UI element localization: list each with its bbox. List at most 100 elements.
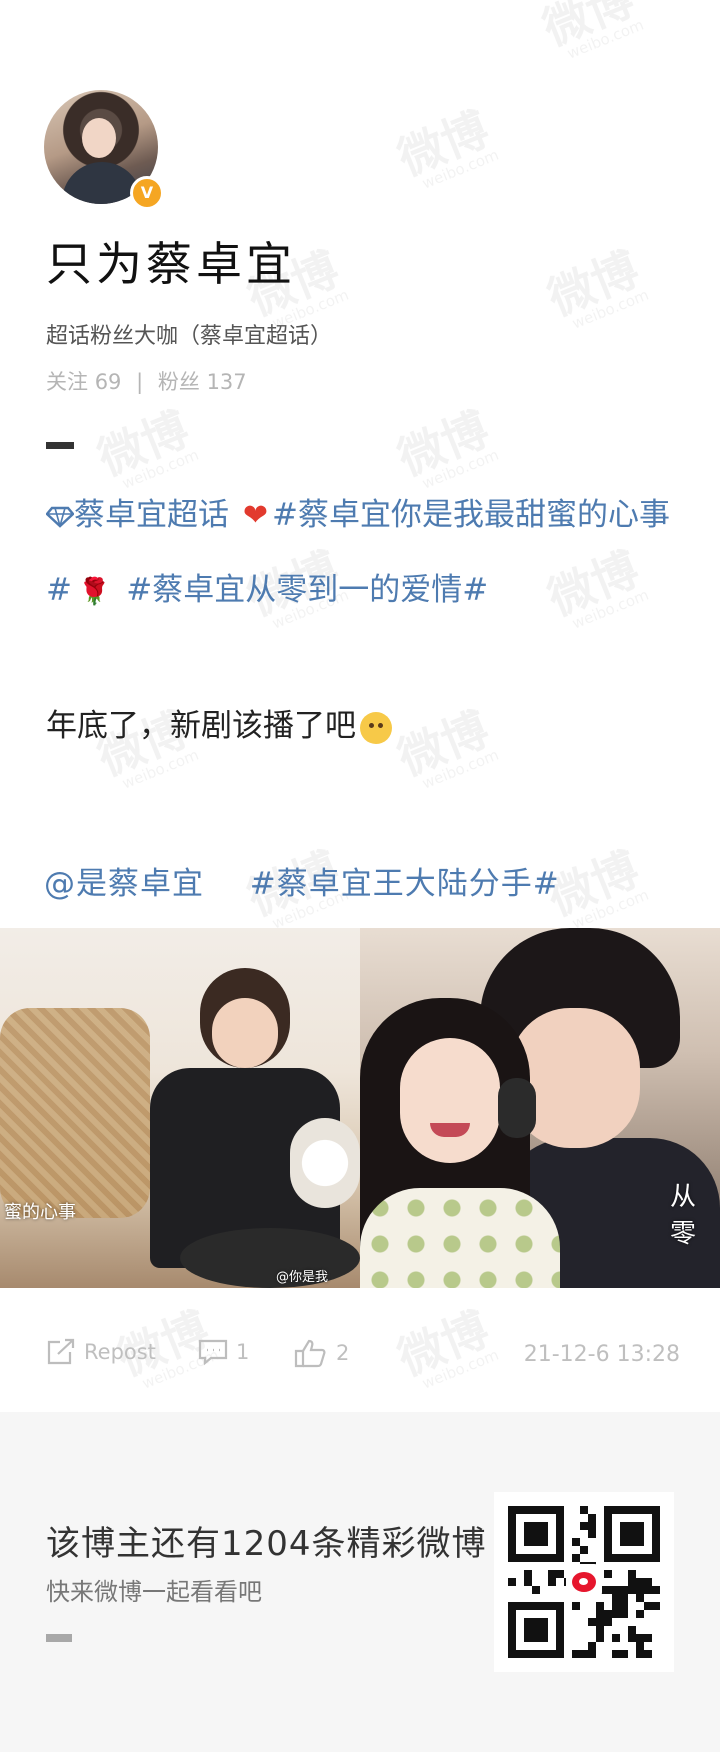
- person-face-shape: [212, 998, 278, 1068]
- profile-name[interactable]: 只为蔡卓宜: [46, 228, 296, 294]
- footer-subtitle: 快来微博一起看看吧: [46, 1578, 262, 1606]
- following-label[interactable]: 关注: [46, 370, 88, 394]
- following-count[interactable]: 69: [95, 370, 122, 394]
- qr-module: [612, 1586, 620, 1594]
- watermark: 微博weibo.com: [535, 0, 647, 63]
- qr-module: [652, 1602, 660, 1610]
- qr-module: [636, 1634, 644, 1642]
- hashtag-link[interactable]: #蔡卓宜从零到一的爱情#: [126, 572, 488, 608]
- watermark: 微博weibo.com: [390, 701, 502, 793]
- repost-icon: [47, 1338, 75, 1365]
- thumbs-up-icon: [294, 1339, 326, 1368]
- heart-emoji-icon: ❤: [242, 498, 268, 533]
- qr-module: [636, 1642, 644, 1650]
- repost-button[interactable]: Repost: [46, 1338, 156, 1366]
- qr-module: [628, 1586, 636, 1594]
- girl-shirt-shape: [360, 1188, 560, 1288]
- qr-module: [588, 1618, 596, 1626]
- qr-module: [596, 1610, 604, 1618]
- qr-module: [636, 1594, 644, 1602]
- qr-module: [612, 1602, 620, 1610]
- like-count: 2: [336, 1341, 350, 1365]
- table-shape: [180, 1228, 360, 1288]
- qr-module: [588, 1522, 596, 1530]
- like-button[interactable]: 2: [294, 1338, 349, 1368]
- diamond-icon: [45, 506, 75, 528]
- headphone-shape: [498, 1078, 536, 1138]
- qr-module: [572, 1538, 580, 1546]
- qr-module: [604, 1618, 612, 1626]
- comment-count: 1: [236, 1340, 250, 1364]
- qr-module: [596, 1634, 604, 1642]
- qr-module: [572, 1650, 580, 1658]
- qr-module: [532, 1586, 540, 1594]
- qr-module: [620, 1594, 628, 1602]
- rose-emoji-icon: 🌹: [77, 577, 111, 607]
- qr-module: [604, 1610, 612, 1618]
- post-body: 年底了，新剧该播了吧: [46, 700, 392, 745]
- flowers-shape: [290, 1118, 360, 1208]
- post-body-text: 年底了，新剧该播了吧: [46, 708, 356, 744]
- qr-module: [604, 1586, 612, 1594]
- qr-module: [572, 1554, 580, 1562]
- footer-promo: 该博主还有1204条精彩微博 快来微博一起看看吧: [0, 1412, 720, 1752]
- qr-module: [612, 1634, 620, 1642]
- mention-link[interactable]: @是蔡卓宜: [44, 866, 204, 902]
- qr-module: [612, 1594, 620, 1602]
- divider-dash: [46, 442, 74, 449]
- qr-module: [620, 1522, 644, 1546]
- qr-module: [628, 1634, 636, 1642]
- qr-module: [588, 1514, 596, 1522]
- qr-module: [628, 1578, 636, 1586]
- post-text: 蔡卓宜超话 ❤ #蔡卓宜你是我最甜蜜的心事# 🌹 #蔡卓宜从零到一的爱情#: [45, 478, 686, 629]
- verified-badge-icon: V: [130, 176, 164, 210]
- qr-module: [548, 1570, 556, 1578]
- qr-module: [612, 1610, 620, 1618]
- qr-module: [620, 1602, 628, 1610]
- qr-module: [620, 1610, 628, 1618]
- qr-module: [644, 1602, 652, 1610]
- image-caption: 从零: [670, 1182, 697, 1249]
- chair-shape: [0, 1008, 150, 1218]
- qr-module: [644, 1578, 652, 1586]
- watermark: 微博weibo.com: [540, 241, 652, 333]
- post-image-1[interactable]: 蜜的心事 @你是我: [0, 928, 360, 1288]
- comment-icon: [198, 1339, 228, 1366]
- smile-emoji-icon: [360, 711, 392, 744]
- qr-code[interactable]: [494, 1492, 674, 1672]
- qr-module: [620, 1586, 628, 1594]
- qr-module: [604, 1570, 612, 1578]
- post-links: @是蔡卓宜 #蔡卓宜王大陆分手#: [44, 858, 560, 903]
- super-topic-link[interactable]: 蔡卓宜超话: [45, 497, 239, 533]
- qr-module: [620, 1650, 628, 1658]
- qr-module: [580, 1546, 588, 1554]
- image-watermark: @你是我: [276, 1270, 329, 1285]
- repost-label: Repost: [84, 1340, 156, 1364]
- stats-separator: |: [136, 370, 144, 394]
- followers-count[interactable]: 137: [207, 370, 247, 394]
- qr-module: [628, 1570, 636, 1578]
- qr-module: [644, 1634, 652, 1642]
- qr-module: [524, 1522, 548, 1546]
- post-image-2[interactable]: 从零: [360, 928, 720, 1288]
- qr-module: [636, 1586, 644, 1594]
- followers-label[interactable]: 粉丝: [158, 370, 200, 394]
- qr-module: [636, 1578, 644, 1586]
- qr-module: [588, 1530, 596, 1538]
- footer-dash: [46, 1634, 72, 1642]
- comment-button[interactable]: 1: [198, 1338, 249, 1366]
- qr-module: [572, 1602, 580, 1610]
- hashtag-link[interactable]: #蔡卓宜王大陆分手#: [250, 866, 560, 902]
- avatar-face: [82, 118, 116, 158]
- profile-subtitle: 超话粉丝大咖（蔡卓宜超话）: [46, 324, 333, 349]
- super-topic-label[interactable]: 蔡卓宜超话: [74, 497, 229, 533]
- qr-module: [508, 1578, 516, 1586]
- qr-module: [524, 1570, 532, 1578]
- profile-stats: 关注 69 | 粉丝 137: [46, 366, 247, 396]
- post-timestamp: 21-12-6 13:28: [523, 1342, 680, 1367]
- qr-module: [596, 1602, 604, 1610]
- qr-module: [644, 1586, 652, 1594]
- weibo-logo-icon: [566, 1564, 602, 1600]
- qr-module: [644, 1650, 652, 1658]
- qr-module: [556, 1570, 564, 1578]
